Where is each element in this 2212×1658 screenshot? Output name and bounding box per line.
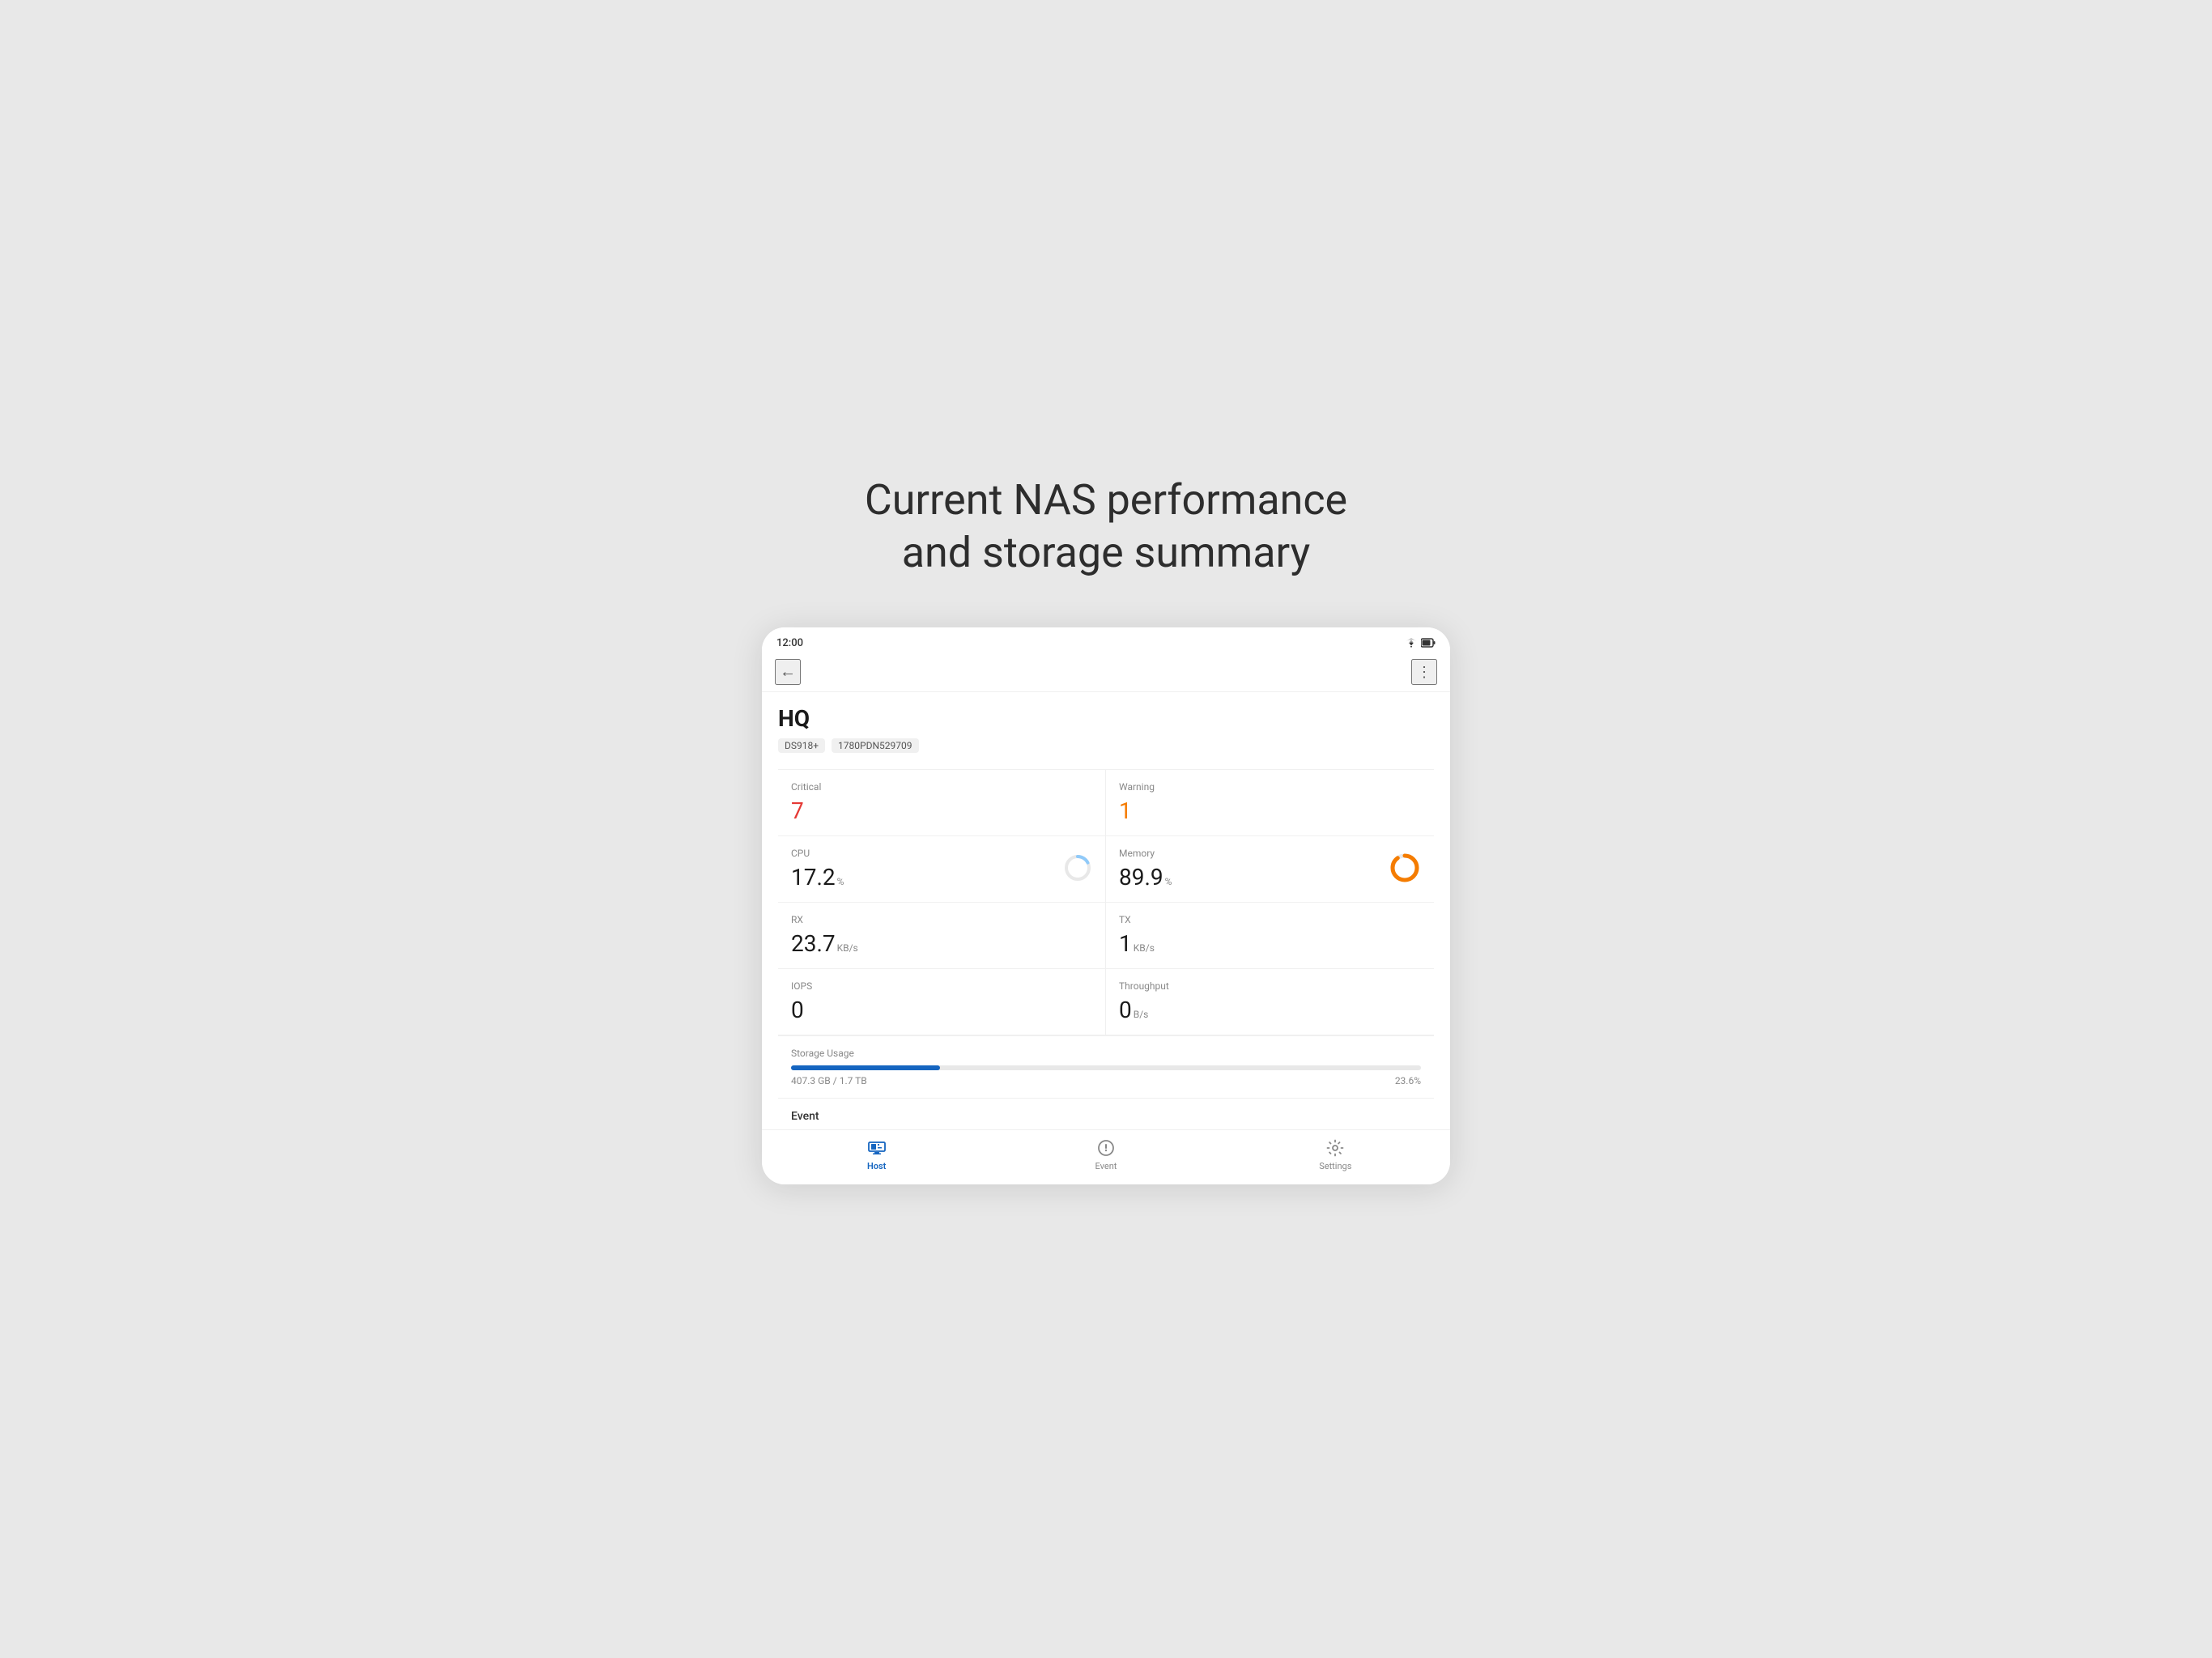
battery-icon — [1421, 636, 1436, 651]
throughput-label: Throughput — [1119, 980, 1421, 992]
nav-event-label: Event — [1095, 1161, 1117, 1171]
storage-label: Storage Usage — [791, 1048, 1421, 1059]
nav-event[interactable]: Event — [1074, 1138, 1138, 1171]
content-area: HQ DS918+ 1780PDN529709 Critical 7 — [762, 692, 1450, 1129]
tx-label: TX — [1119, 914, 1421, 925]
cpu-unit: % — [837, 876, 844, 887]
storage-section: Storage Usage 407.3 GB / 1.7 TB 23.6% — [778, 1035, 1434, 1098]
device-frame: 12:00 — [762, 627, 1450, 1184]
settings-icon — [1325, 1138, 1345, 1158]
iops-value: 0 — [791, 997, 804, 1023]
memory-label: Memory — [1119, 848, 1421, 859]
device-serial-tag: 1780PDN529709 — [832, 738, 918, 753]
status-time: 12:00 — [776, 637, 803, 649]
storage-used: 407.3 GB / 1.7 TB — [791, 1075, 867, 1086]
status-bar: 12:00 — [762, 627, 1450, 656]
warning-cell: Warning 1 — [1106, 770, 1434, 836]
rx-unit: KB/s — [837, 942, 858, 954]
rx-label: RX — [791, 914, 1092, 925]
memory-value: 89.9 — [1119, 864, 1163, 891]
memory-cell: Memory 89.9 % — [1106, 836, 1434, 903]
memory-value-row: 89.9 % — [1119, 864, 1421, 891]
device-model-tag: DS918+ — [778, 738, 825, 753]
device-name: HQ — [778, 705, 1434, 732]
critical-cell: Critical 7 — [778, 770, 1106, 836]
tx-cell: TX 1 KB/s — [1106, 903, 1434, 969]
memory-ring-icon — [1389, 852, 1421, 887]
cpu-ring-icon — [1063, 853, 1092, 886]
storage-pct: 23.6% — [1395, 1075, 1421, 1086]
critical-value: 7 — [791, 797, 804, 824]
device-tags: DS918+ 1780PDN529709 — [778, 738, 1434, 753]
cpu-cell: CPU 17.2 % — [778, 836, 1106, 903]
warning-value: 1 — [1119, 797, 1132, 824]
storage-info: 407.3 GB / 1.7 TB 23.6% — [791, 1075, 1421, 1086]
critical-value-row: 7 — [791, 797, 1092, 824]
throughput-unit: B/s — [1134, 1009, 1149, 1020]
bottom-nav: Host Event — [762, 1129, 1450, 1184]
event-nav-icon — [1096, 1138, 1116, 1158]
more-button[interactable]: ⋮ — [1411, 659, 1437, 685]
nav-host[interactable]: Host — [844, 1138, 909, 1171]
cpu-label: CPU — [791, 848, 1092, 859]
rx-cell: RX 23.7 KB/s — [778, 903, 1106, 969]
warning-value-row: 1 — [1119, 797, 1421, 824]
cpu-value-row: 17.2 % — [791, 864, 1092, 891]
storage-bar-bg — [791, 1065, 1421, 1070]
throughput-cell: Throughput 0 B/s — [1106, 969, 1434, 1035]
iops-label: IOPS — [791, 980, 1092, 992]
host-icon — [867, 1138, 887, 1158]
page-title: Current NAS performance and storage summ… — [865, 474, 1347, 579]
nav-settings[interactable]: Settings — [1303, 1138, 1368, 1171]
cpu-value: 17.2 — [791, 864, 836, 891]
top-nav: ← ⋮ — [762, 656, 1450, 692]
warning-label: Warning — [1119, 781, 1421, 793]
stats-grid: Critical 7 Warning 1 — [778, 769, 1434, 1035]
back-button[interactable]: ← — [775, 659, 801, 685]
memory-unit: % — [1165, 876, 1172, 887]
iops-cell: IOPS 0 — [778, 969, 1106, 1035]
tx-value: 1 — [1119, 930, 1132, 957]
rx-value: 23.7 — [791, 930, 836, 957]
wifi-icon — [1405, 636, 1418, 651]
nav-settings-label: Settings — [1319, 1161, 1351, 1171]
page-wrapper: Current NAS performance and storage summ… — [742, 474, 1470, 1184]
throughput-value: 0 — [1119, 997, 1132, 1023]
nav-host-label: Host — [867, 1161, 886, 1171]
event-label: Event — [791, 1110, 1421, 1123]
critical-label: Critical — [791, 781, 1092, 793]
status-icons — [1405, 636, 1436, 651]
tx-unit: KB/s — [1134, 942, 1155, 954]
event-section: Event — [778, 1098, 1434, 1129]
storage-bar-fill — [791, 1065, 940, 1070]
